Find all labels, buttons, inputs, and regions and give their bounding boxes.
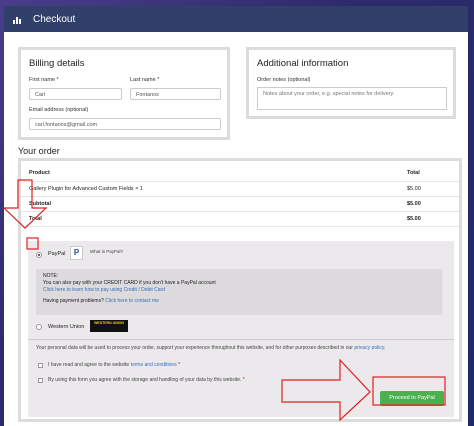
annotation-overlay: [2, 179, 446, 422]
down-arrow-annotation: [2, 179, 48, 229]
radio-highlight-annotation: [26, 237, 39, 250]
button-highlight-annotation: [372, 376, 446, 406]
right-arrow-annotation: [281, 358, 371, 422]
